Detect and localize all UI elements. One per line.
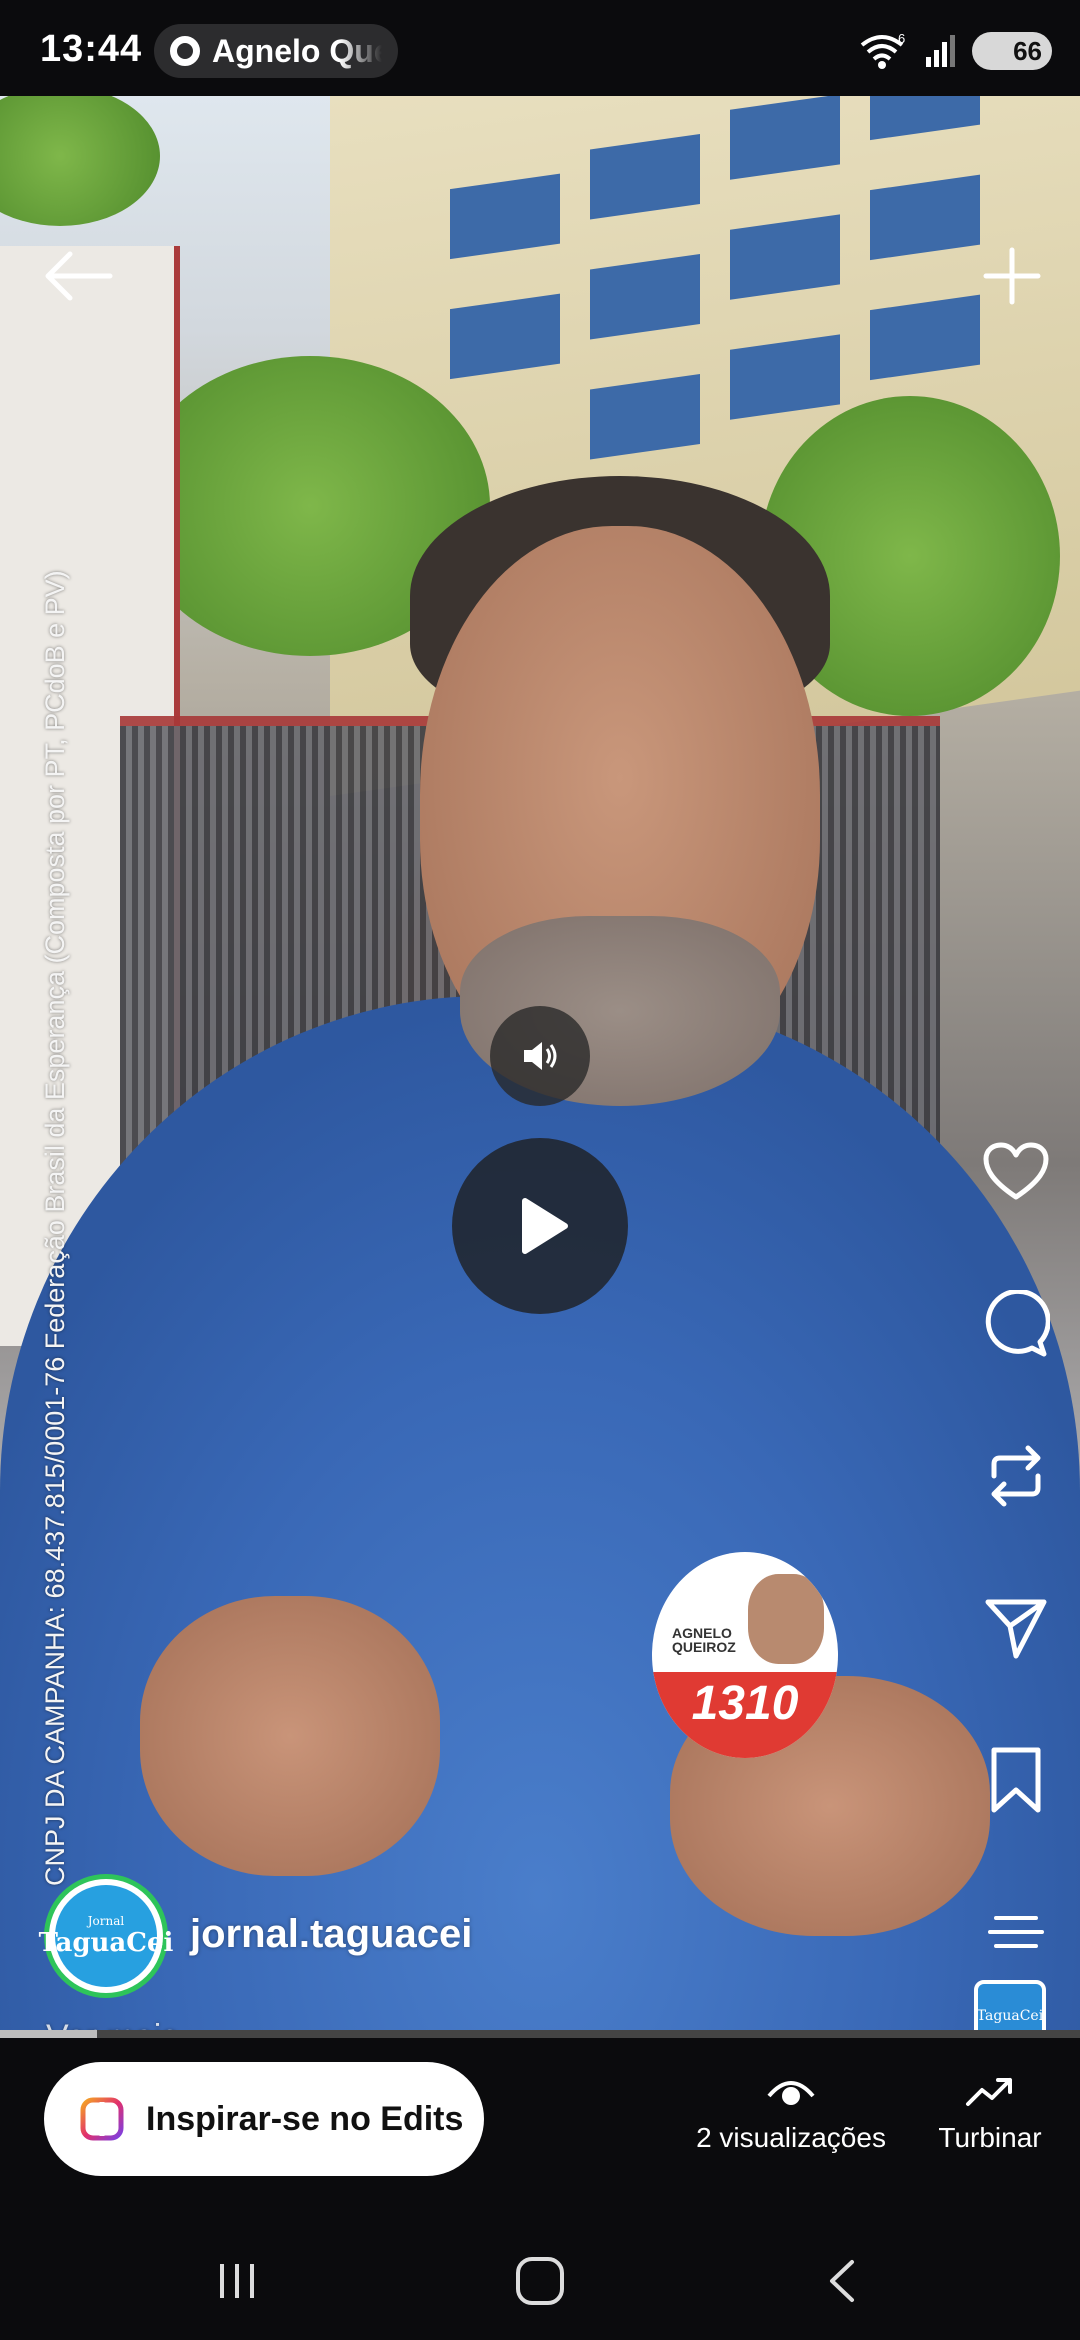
back-icon	[830, 2260, 854, 2302]
badge-name-line1: AGNELO	[672, 1625, 732, 1641]
status-time: 13:44	[40, 28, 143, 70]
status-bar: 13:44 Agnelo Queiroz 6 66	[0, 0, 1080, 96]
signal-icon	[926, 35, 955, 67]
play-icon	[522, 1198, 568, 1254]
tree	[0, 96, 160, 226]
trending-icon	[966, 2078, 1012, 2106]
back-arrow-icon[interactable]	[40, 246, 120, 306]
account-username[interactable]: jornal.taguacei	[190, 1912, 472, 1957]
chrome-icon	[170, 36, 200, 66]
play-button[interactable]	[452, 1138, 628, 1314]
system-back-button[interactable]	[808, 2246, 878, 2316]
status-indicators: 6 66	[858, 28, 1052, 74]
edits-button[interactable]: Inspirar-se no Edits	[44, 2062, 484, 2176]
notification-pill[interactable]: Agnelo Queiroz	[154, 24, 398, 78]
left-hand	[140, 1596, 440, 1876]
eye-icon	[767, 2081, 815, 2105]
more-options-button[interactable]	[980, 1896, 1052, 1968]
share-button[interactable]	[980, 1592, 1052, 1664]
badge-photo	[748, 1574, 824, 1664]
badge-number: 1310	[652, 1672, 838, 1758]
campaign-badge: AGNELO QUEIROZ 1310	[652, 1552, 838, 1758]
edits-label: Inspirar-se no Edits	[146, 2099, 464, 2138]
repost-icon	[991, 1445, 1041, 1507]
share-icon	[985, 1599, 1047, 1659]
badge-name-line2: QUEIROZ	[672, 1639, 736, 1655]
audio-thumbnail[interactable]: TaguaCei	[974, 1980, 1046, 2036]
avatar-brand-text: TaguaCei	[38, 1928, 174, 1958]
campaign-disclaimer: CNPJ DA CAMPANHA: 68.437.815/0001-76 Fed…	[40, 570, 70, 1886]
reel-actions	[980, 1136, 1052, 2036]
recents-icon	[220, 2264, 254, 2298]
recents-button[interactable]	[202, 2246, 272, 2316]
edits-icon	[80, 2097, 124, 2141]
bookmark-icon	[991, 1747, 1041, 1813]
system-navigation-bar	[0, 2218, 1080, 2340]
like-button[interactable]	[980, 1136, 1052, 1208]
boost-label: Turbinar	[938, 2122, 1042, 2153]
notification-app-name: Agnelo Queiroz	[212, 32, 382, 69]
comment-icon	[985, 1290, 1050, 1357]
repost-button[interactable]	[980, 1440, 1052, 1512]
bottom-bar: Inspirar-se no Edits 2 visualizações Tur…	[0, 2038, 1080, 2218]
sound-icon	[524, 1042, 557, 1070]
comment-button[interactable]	[980, 1288, 1052, 1360]
home-button[interactable]	[505, 2246, 575, 2316]
avatar-small-text: Jornal	[87, 1914, 125, 1928]
views-label: 2 visualizações	[696, 2122, 886, 2153]
wifi-icon: 6	[860, 31, 905, 69]
boost-button[interactable]: Turbinar	[930, 2074, 1050, 2154]
video-progress-bar[interactable]	[0, 2030, 1080, 2038]
account-avatar[interactable]: Jornal TaguaCei	[39, 1874, 173, 1998]
plus-icon[interactable]	[980, 244, 1044, 308]
wifi-label: 6	[898, 31, 905, 46]
save-button[interactable]	[980, 1744, 1052, 1816]
heart-icon	[983, 1142, 1049, 1200]
home-icon	[516, 2257, 564, 2305]
battery-indicator: 66	[972, 32, 1052, 70]
sound-button[interactable]	[490, 1006, 590, 1106]
views-button[interactable]: 2 visualizações	[686, 2074, 896, 2154]
reel-video[interactable]: AGNELO QUEIROZ 1310 CNPJ DA CAMPANHA: 68…	[0, 96, 1080, 2036]
video-progress-fill	[0, 2030, 98, 2038]
more-icon	[988, 1916, 1044, 1948]
